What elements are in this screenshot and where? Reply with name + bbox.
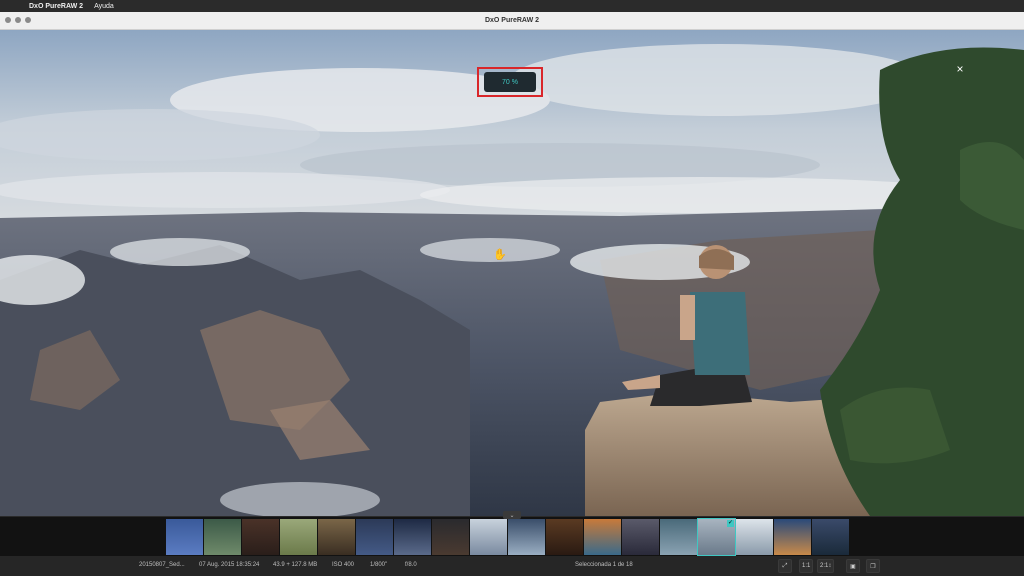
thumbnail-strip: ✓: [166, 518, 849, 556]
selected-check-icon: ✓: [727, 520, 734, 527]
thumbnail[interactable]: [622, 519, 659, 555]
photo-viewer[interactable]: 70 % × ✋: [0, 30, 1024, 516]
menu-bar: DxO PureRAW 2 Ayuda: [0, 0, 1024, 12]
menu-app-name[interactable]: DxO PureRAW 2: [29, 3, 83, 10]
thumbnail[interactable]: [318, 519, 355, 555]
thumbnail[interactable]: [774, 519, 811, 555]
thumbnail-selected[interactable]: ✓: [697, 518, 736, 556]
thumbnail[interactable]: [204, 519, 241, 555]
zoom-indicator-highlight: 70 %: [477, 67, 543, 97]
thumbnail[interactable]: [584, 519, 621, 555]
zoom-1-1-button[interactable]: 1:1: [799, 559, 814, 573]
status-date: 07 Aug. 2015 18:35:24: [199, 562, 260, 568]
status-aperture: f/8.0: [405, 562, 417, 568]
window-title-bar: DxO PureRAW 2: [0, 12, 1024, 30]
zoom-level-indicator[interactable]: 70 %: [484, 72, 536, 92]
status-bar: 20150807_Sed... 07 Aug. 2015 18:35:24 43…: [0, 556, 1024, 576]
thumbnail[interactable]: [546, 519, 583, 555]
zoom-window-button[interactable]: [25, 17, 31, 23]
close-viewer-button[interactable]: ×: [952, 61, 968, 77]
minimize-window-button[interactable]: [15, 17, 21, 23]
thumbnail[interactable]: [736, 519, 773, 555]
zoom-ratio-label: 2:1: [820, 563, 829, 569]
thumbnail[interactable]: [166, 519, 203, 555]
fit-to-screen-button[interactable]: ⤢: [778, 559, 792, 573]
layers-button[interactable]: ❐: [866, 559, 880, 573]
close-window-button[interactable]: [5, 17, 11, 23]
status-iso: ISO 400: [332, 562, 355, 568]
zoom-ratio-dropdown[interactable]: 2:1 ↕: [817, 559, 835, 573]
selection-count: Seleccionada 1 de 18: [575, 562, 633, 568]
window-controls: [5, 17, 31, 23]
thumbnail[interactable]: [812, 519, 849, 555]
thumbnail[interactable]: [470, 519, 507, 555]
filmstrip-collapse-button[interactable]: ⌄: [503, 511, 521, 519]
thumbnail[interactable]: [280, 519, 317, 555]
chevron-updown-icon: ↕: [828, 563, 832, 569]
photo-canvas: [0, 30, 1024, 516]
filmstrip: ⌄ ✓: [0, 511, 1024, 557]
thumbnail[interactable]: [508, 519, 545, 555]
thumbnail[interactable]: [432, 519, 469, 555]
status-filename: 20150807_Sed...: [139, 562, 185, 568]
thumbnail[interactable]: [242, 519, 279, 555]
status-file-size: 43.9 + 127.8 MB: [273, 562, 318, 568]
fit-screen-icon: ⤢: [782, 562, 788, 569]
window-title: DxO PureRAW 2: [484, 17, 540, 24]
hand-cursor-icon: ✋: [493, 249, 507, 261]
image-compare-button[interactable]: ▣: [846, 559, 860, 573]
thumbnail[interactable]: [356, 519, 393, 555]
menu-item-ayuda[interactable]: Ayuda: [94, 3, 114, 10]
layers-icon: ❐: [870, 563, 876, 570]
image-icon: ▣: [850, 563, 856, 570]
thumbnail[interactable]: [660, 519, 697, 555]
status-shutter: 1/800": [370, 562, 388, 568]
thumbnail[interactable]: [394, 519, 431, 555]
